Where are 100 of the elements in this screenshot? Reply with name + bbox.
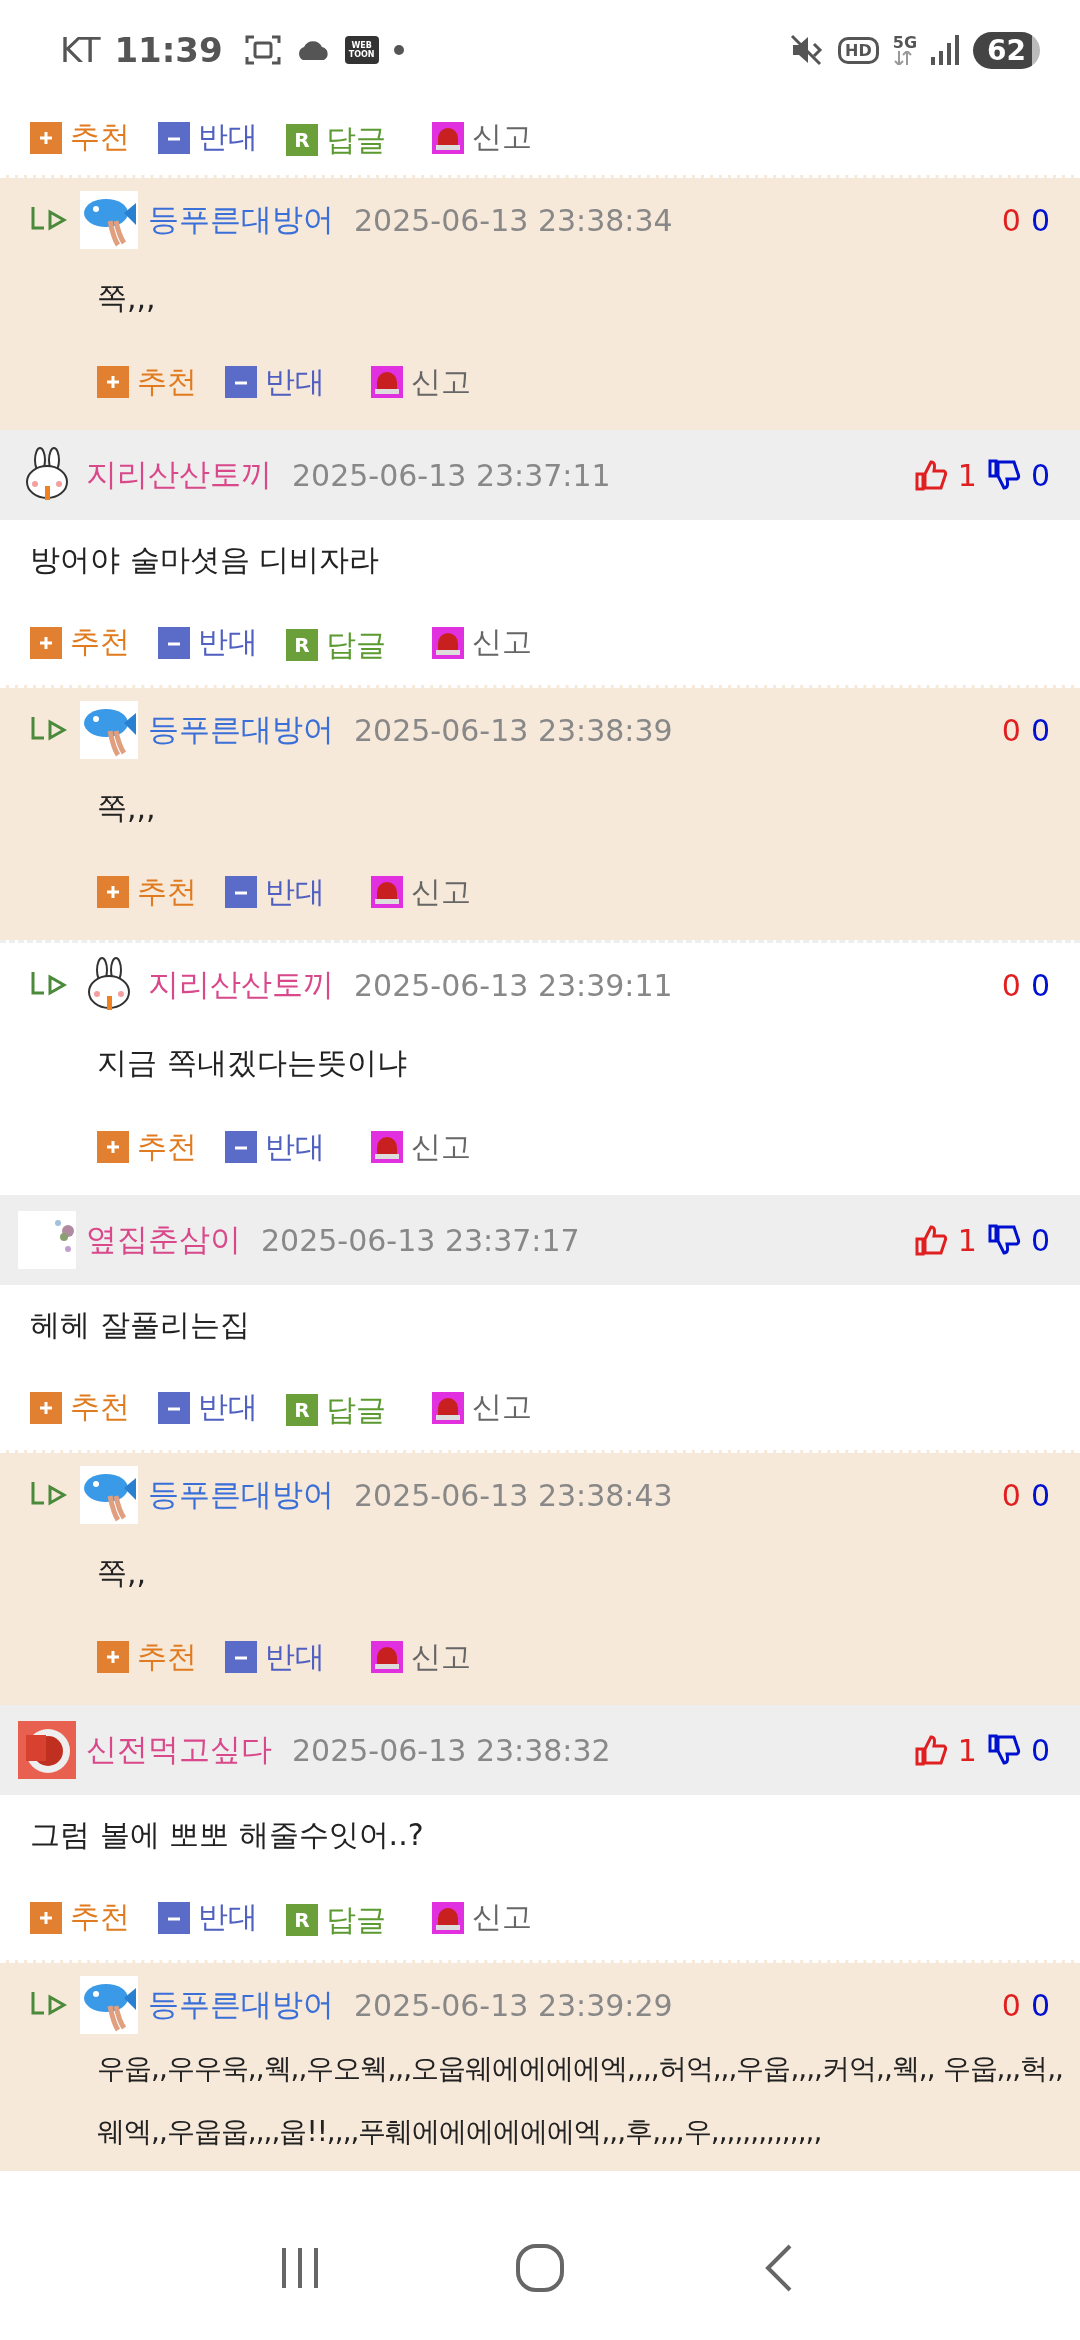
report-button[interactable]: 신고 (432, 117, 532, 158)
siren-icon (371, 1641, 403, 1673)
plus-icon (97, 876, 129, 908)
down-button[interactable]: 반대 (158, 1387, 258, 1428)
plus-icon (30, 1391, 62, 1424)
siren-icon (432, 1391, 464, 1424)
screenshot-icon (244, 34, 281, 66)
fish-avatar (80, 191, 138, 249)
report-button[interactable]: 신고 (432, 1387, 532, 1428)
reply-text: 쪽,, (97, 1553, 147, 1592)
up-button[interactable]: 추천 (97, 871, 197, 913)
minus-icon (158, 121, 190, 154)
minus-icon (225, 1131, 257, 1163)
author-name[interactable]: 지리산산토끼 (148, 964, 334, 1006)
author-name[interactable]: 등푸른대방어 (148, 199, 334, 241)
like-count: 0 (1001, 202, 1021, 238)
siren-icon (432, 121, 464, 154)
fish-avatar (80, 1466, 138, 1524)
dislike-count: 0 (1030, 1477, 1050, 1513)
reply-badge: R (286, 1394, 318, 1426)
author-name[interactable]: 등푸른대방어 (148, 1474, 334, 1516)
dislike-count: 0 (1030, 967, 1050, 1003)
author-name[interactable]: 지리산산토끼 (86, 454, 272, 496)
up-button[interactable]: 추천 (97, 1126, 197, 1168)
report-button[interactable]: 신고 (371, 361, 471, 403)
timestamp: 2025-06-13 23:38:43 (354, 1477, 673, 1513)
timestamp: 2025-06-13 23:39:11 (354, 967, 673, 1003)
dislike-count: 0 (1030, 1987, 1050, 2023)
webtoon-icon: WEB TOON (344, 36, 379, 64)
thumbs-down-icon[interactable] (986, 1223, 1021, 1257)
siren-icon (432, 626, 464, 659)
dislike-count: 0 (1030, 712, 1050, 748)
down-button[interactable]: 반대 (158, 117, 258, 158)
hd-icon: HD (838, 36, 879, 64)
report-button[interactable]: 신고 (371, 1636, 471, 1678)
up-button[interactable]: 추천 (30, 1387, 130, 1428)
down-button[interactable]: 반대 (225, 871, 325, 913)
author-name[interactable]: 등푸른대방어 (148, 709, 334, 751)
thumbs-up-icon[interactable] (913, 458, 948, 492)
flower-avatar (18, 1211, 76, 1269)
thumbs-down-icon[interactable] (986, 458, 1021, 492)
minus-icon (225, 876, 257, 908)
up-button[interactable]: 추천 (30, 622, 130, 663)
minus-icon (225, 366, 257, 398)
plus-icon (97, 366, 129, 398)
timestamp: 2025-06-13 23:38:32 (292, 1732, 611, 1768)
reply-badge: R (286, 629, 318, 661)
minus-icon (158, 1391, 190, 1424)
timestamp: 2025-06-13 23:37:17 (261, 1222, 580, 1258)
author-name[interactable]: 옆집춘삼이 (86, 1219, 241, 1261)
like-count: 1 (957, 1222, 977, 1258)
fish-avatar (80, 701, 138, 759)
thumbs-up-icon[interactable] (913, 1733, 948, 1767)
timestamp: 2025-06-13 23:39:29 (354, 1987, 673, 2023)
up-button[interactable]: 추천 (97, 361, 197, 403)
carrier-label: KT (60, 30, 101, 70)
thumbs-down-icon[interactable] (986, 1733, 1021, 1767)
reply-text: 쪽,,, (97, 788, 156, 827)
author-name[interactable]: 등푸른대방어 (148, 1984, 334, 2026)
plus-icon (97, 1131, 129, 1163)
timestamp: 2025-06-13 23:38:39 (354, 712, 673, 748)
minus-icon (158, 626, 190, 659)
like-count: 0 (1001, 1477, 1021, 1513)
mute-icon (790, 34, 825, 66)
up-button[interactable]: 추천 (30, 1897, 130, 1938)
like-count: 1 (957, 457, 977, 493)
comment-text: 그럼 볼에 뽀뽀 해줄수잇어..? (29, 1815, 425, 1854)
plus-icon (97, 1641, 129, 1673)
plus-icon (30, 121, 62, 154)
down-button[interactable]: 반대 (225, 1126, 325, 1168)
up-button[interactable]: 추천 (30, 117, 130, 158)
dislike-count: 0 (1030, 1222, 1050, 1258)
like-count: 1 (957, 1732, 977, 1768)
fish-avatar (80, 1976, 138, 2034)
down-button[interactable]: 반대 (158, 1897, 258, 1938)
minus-icon (225, 1641, 257, 1673)
author-name[interactable]: 신전먹고싶다 (86, 1729, 272, 1771)
siren-icon (371, 1131, 403, 1163)
notification-dot-icon (392, 44, 405, 56)
report-button[interactable]: 신고 (371, 871, 471, 913)
timestamp: 2025-06-13 23:38:34 (354, 202, 673, 238)
battery-indicator: 62 (973, 31, 1040, 69)
report-button[interactable]: 신고 (432, 622, 532, 663)
reply-text: 우웁,,우우욱,,웩,,우오웩,,,오웁웨에에에에엑,,,,허억,,,우웁,,,,커억,,웩,, 우웁,,,헉,,웨엑,,우웁웁,,,,웁!!,,,,푸훼에에에에에에엑,,,후,,,,우,,,,,,,,,,,,,, (97, 2051, 1064, 2150)
like-count: 0 (1001, 967, 1021, 1003)
dislike-count: 0 (1030, 457, 1050, 493)
plus-icon (30, 626, 62, 659)
down-button[interactable]: 반대 (158, 622, 258, 663)
comment-text: 헤헤 잘풀리는집 (29, 1305, 251, 1344)
siren-icon (371, 876, 403, 908)
up-button[interactable]: 추천 (97, 1636, 197, 1678)
dislike-count: 0 (1030, 202, 1050, 238)
thumbs-up-icon[interactable] (913, 1223, 948, 1257)
report-button[interactable]: 신고 (432, 1897, 532, 1938)
timestamp: 2025-06-13 23:37:11 (292, 457, 611, 493)
signal-icon (931, 35, 960, 65)
down-button[interactable]: 반대 (225, 361, 325, 403)
reply-text: 지금 쪽내겠다는뜻이냐 (97, 1043, 407, 1082)
down-button[interactable]: 반대 (225, 1636, 325, 1678)
report-button[interactable]: 신고 (371, 1126, 471, 1168)
